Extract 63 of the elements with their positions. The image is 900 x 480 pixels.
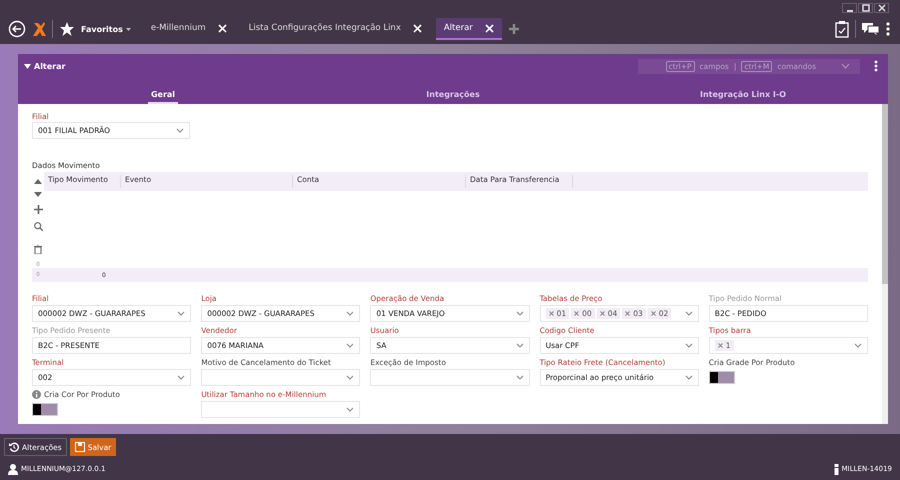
add-icon[interactable] [34, 205, 42, 214]
star-icon [59, 21, 75, 37]
chevron-down-icon[interactable] [346, 311, 354, 316]
chevron-down-icon[interactable] [346, 375, 354, 380]
chevron-down-icon[interactable] [176, 128, 184, 133]
toggle-switch[interactable] [708, 371, 735, 384]
clipboard-check-icon[interactable] [835, 20, 849, 38]
user-icon [8, 464, 18, 475]
close-icon[interactable] [412, 24, 422, 32]
more-icon[interactable] [886, 22, 890, 36]
chevron-down-icon[interactable] [177, 375, 186, 380]
history-icon [9, 442, 19, 452]
remove-icon[interactable] [718, 343, 723, 348]
sort-down-icon[interactable] [34, 192, 42, 197]
info-icon [834, 464, 839, 475]
section-tab[interactable]: Integrações [423, 86, 483, 104]
remove-icon[interactable] [600, 311, 605, 316]
select-field[interactable] [201, 401, 360, 418]
tab[interactable]: Lista Configurações Integração Linx [240, 18, 430, 40]
logo-icon [32, 21, 46, 37]
info-icon[interactable] [32, 390, 41, 398]
section-tab[interactable]: Integração Linx I-O [697, 86, 789, 104]
minimize-button[interactable] [842, 3, 857, 13]
caret-icon [24, 64, 31, 68]
remove-icon[interactable] [548, 311, 554, 316]
panel-title[interactable]: Alterar [24, 62, 66, 70]
close-icon[interactable] [218, 24, 227, 32]
close-button[interactable] [874, 3, 889, 13]
back-icon[interactable] [8, 20, 26, 38]
chat-icon[interactable] [862, 22, 880, 36]
chevron-down-icon[interactable] [516, 343, 524, 348]
remove-icon[interactable] [625, 311, 630, 316]
add-tab-icon[interactable] [508, 23, 520, 35]
chevron-down-icon[interactable] [177, 311, 186, 316]
maximize-button[interactable] [858, 3, 873, 13]
select-field[interactable] [201, 369, 360, 386]
chevron-down-icon[interactable] [516, 375, 524, 380]
favorites-menu[interactable]: Favoritos [81, 24, 131, 34]
chevron-down-icon[interactable] [684, 343, 693, 348]
tab[interactable]: e-Millennium [142, 18, 235, 40]
more-icon[interactable] [874, 60, 878, 72]
tab[interactable]: Alterar [436, 18, 502, 40]
chevron-down-icon[interactable] [854, 343, 862, 348]
chevron-down-icon[interactable] [684, 375, 693, 380]
chevron-down-icon[interactable] [841, 63, 850, 69]
search-icon[interactable] [34, 222, 42, 231]
close-icon[interactable] [484, 24, 494, 32]
remove-icon[interactable] [650, 311, 656, 316]
chevron-down-icon[interactable] [346, 407, 354, 412]
chevron-down-icon[interactable] [346, 343, 354, 348]
remove-icon[interactable] [574, 311, 580, 316]
trash-icon[interactable] [34, 245, 42, 254]
chevron-down-icon[interactable] [684, 311, 693, 316]
chevron-down-icon[interactable] [516, 311, 524, 316]
save-icon [74, 442, 85, 452]
caret-icon [126, 28, 131, 30]
toggle-switch[interactable] [32, 403, 58, 416]
scrollbar-thumb[interactable] [882, 104, 888, 284]
maximize-icon [862, 4, 870, 12]
sort-up-icon[interactable] [34, 179, 42, 184]
section-tab[interactable]: Geral [148, 86, 178, 104]
close-icon [878, 4, 886, 12]
select-field[interactable] [370, 369, 530, 386]
